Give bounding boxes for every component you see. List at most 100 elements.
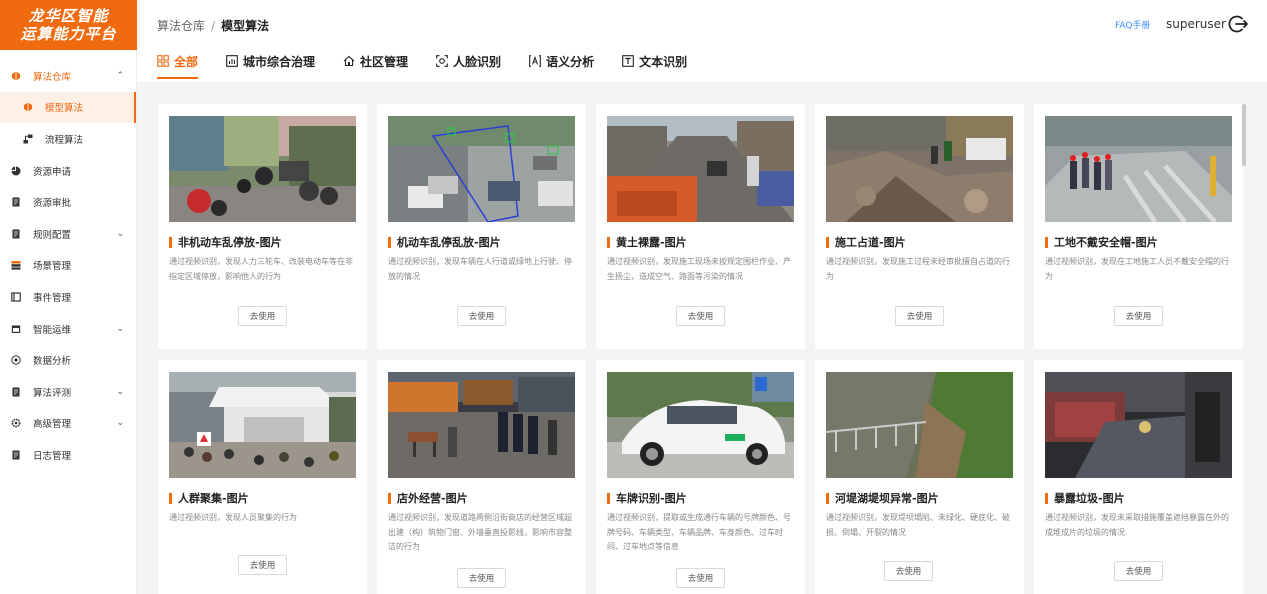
- tab-semantic-analysis[interactable]: 语义分析: [529, 50, 594, 72]
- flow-icon: [23, 134, 33, 144]
- sidebar-item-label: 流程算法: [45, 134, 84, 146]
- algorithm-card: 机动车乱停乱放-图片 通过视频识别，发现车辆在人行道或绿地上行驶、停放的情况 去…: [377, 104, 586, 349]
- sidebar-item-label: 智能运维: [33, 324, 72, 336]
- sidebar-item-label: 资源审批: [33, 198, 72, 210]
- algorithm-card: 黄土裸露-图片 通过视频识别，发现施工现场未按规定围栏作业、产生扬尘，造成空气、…: [596, 104, 805, 349]
- sidebar-item-advanced-management[interactable]: 高级管理 ⌄: [0, 408, 136, 440]
- category-tabs: 全部 城市综合治理 社区管理 人脸识别 语义分析 文本识别: [157, 50, 715, 79]
- card-image: [826, 116, 1013, 222]
- logo-line-1: 龙华区智能: [28, 7, 109, 25]
- home-icon: [343, 55, 355, 67]
- use-button[interactable]: 去使用: [676, 306, 725, 326]
- algorithm-card: 暴露垃圾-图片 通过视频识别，发现未采取措施覆盖遮挡暴露在外的成堆成片的垃圾的情…: [1034, 360, 1243, 594]
- chevron-up-icon: ⌃: [116, 70, 124, 81]
- use-button[interactable]: 去使用: [1114, 306, 1163, 326]
- text-t-icon: [622, 55, 634, 67]
- sidebar-menu: 算法仓库 ⌃ 模型算法 流程算法 资源申请 资源审批 规则配置 ⌄ 场景管理 事…: [0, 60, 136, 471]
- use-button[interactable]: 去使用: [1114, 561, 1163, 581]
- tab-face-recognition[interactable]: 人脸识别: [436, 50, 501, 72]
- card-title: 店外经营-图片: [388, 490, 468, 506]
- use-button[interactable]: 去使用: [457, 306, 506, 326]
- card-image: [169, 372, 356, 478]
- use-button[interactable]: 去使用: [884, 561, 933, 581]
- scrollbar[interactable]: [1242, 104, 1246, 166]
- tab-label: 语义分析: [546, 54, 595, 69]
- sidebar-item-label: 事件管理: [33, 292, 72, 304]
- sidebar-item-rule-config[interactable]: 规则配置 ⌄: [0, 218, 136, 250]
- card-title-text: 车牌识别-图片: [616, 492, 687, 505]
- sidebar-item-flow-algorithm[interactable]: 流程算法: [0, 123, 136, 155]
- face-scan-icon: [436, 55, 448, 67]
- use-button[interactable]: 去使用: [238, 555, 287, 575]
- use-button[interactable]: 去使用: [457, 568, 506, 588]
- app-logo[interactable]: 龙华区智能 运算能力平台: [0, 0, 137, 50]
- doc-icon: [11, 450, 21, 460]
- sidebar-item-label: 算法仓库: [33, 71, 72, 83]
- chevron-down-icon: ⌄: [116, 228, 124, 239]
- card-image: [169, 116, 356, 222]
- sidebar-item-event-management[interactable]: 事件管理: [0, 281, 136, 313]
- algorithm-card: 非机动车乱停放-图片 通过视频识别，发现人力三轮车、改装电动车等在非指定区域停放…: [158, 104, 367, 349]
- card-title-text: 暴露垃圾-图片: [1054, 492, 1125, 505]
- sidebar-item-scene-management[interactable]: 场景管理: [0, 250, 136, 282]
- card-title-text: 河堤湖堤坝异常-图片: [835, 492, 939, 505]
- tab-city-governance[interactable]: 城市综合治理: [226, 50, 315, 72]
- card-description: 通过视频识别，发现施工现场未按规定围栏作业、产生扬尘，造成空气、路面等污染的情况: [607, 257, 791, 281]
- sidebar-item-label: 规则配置: [33, 229, 72, 241]
- sidebar-item-log-management[interactable]: 日志管理: [0, 439, 136, 471]
- card-image: [388, 116, 575, 222]
- chart-icon: [226, 55, 238, 67]
- use-button[interactable]: 去使用: [238, 306, 287, 326]
- sidebar-item-data-analysis[interactable]: 数据分析: [0, 344, 136, 376]
- chevron-down-icon: ⌄: [116, 323, 124, 334]
- use-button[interactable]: 去使用: [676, 568, 725, 588]
- sidebar-item-label: 算法评测: [33, 387, 72, 399]
- logo-line-2: 运算能力平台: [20, 25, 117, 43]
- sidebar-item-label: 数据分析: [33, 356, 72, 368]
- tab-community[interactable]: 社区管理: [343, 50, 408, 72]
- card-title-text: 店外经营-图片: [397, 492, 468, 505]
- card-title: 机动车乱停乱放-图片: [388, 234, 501, 250]
- algorithm-card: 施工占道-图片 通过视频识别，发现施工过程未经审批擅自占道的行为 去使用: [815, 104, 1024, 349]
- user-name[interactable]: superuser: [1166, 17, 1226, 31]
- sidebar-item-label: 模型算法: [45, 103, 84, 115]
- tab-label: 文本识别: [639, 54, 688, 69]
- breadcrumb-root[interactable]: 算法仓库: [157, 19, 205, 33]
- sidebar-item-algorithm-repo[interactable]: 算法仓库 ⌃: [0, 60, 136, 92]
- algorithm-card: 河堤湖堤坝异常-图片 通过视频识别，发现堤坝塌陷、未绿化、硬底化、破损、倒塌、开…: [815, 360, 1024, 594]
- sidebar-item-smart-ops[interactable]: 智能运维 ⌄: [0, 313, 136, 345]
- sidebar-item-resource-request[interactable]: 资源申请: [0, 155, 136, 187]
- tab-label: 人脸识别: [453, 54, 502, 69]
- sidebar-item-algorithm-eval[interactable]: 算法评测 ⌄: [0, 376, 136, 408]
- doc-icon: [11, 387, 21, 397]
- card-title-text: 人群聚集-图片: [178, 492, 249, 505]
- card-title-text: 施工占道-图片: [835, 236, 906, 249]
- algorithm-card: 车牌识别-图片 通过视频识别，提取或生成通行车辆的号牌颜色、号牌号码、车辆类型、…: [596, 360, 805, 594]
- cube-icon: [11, 71, 21, 81]
- card-description: 通过视频识别，发现人员聚集的行为: [169, 513, 297, 522]
- tab-all[interactable]: 全部: [157, 50, 199, 79]
- sidebar: 龙华区智能 运算能力平台 算法仓库 ⌃ 模型算法 流程算法 资源申请 资源审批 …: [0, 0, 137, 594]
- card-title: 人群聚集-图片: [169, 490, 249, 506]
- tab-text-recognition[interactable]: 文本识别: [622, 50, 687, 72]
- sidebar-item-resource-approval[interactable]: 资源审批: [0, 186, 136, 218]
- card-title: 车牌识别-图片: [607, 490, 687, 506]
- card-image: [607, 116, 794, 222]
- target-icon: [11, 355, 21, 365]
- tab-label: 全部: [174, 54, 199, 69]
- book-icon: [11, 292, 21, 302]
- layers-icon: [11, 260, 21, 270]
- use-button[interactable]: 去使用: [895, 306, 944, 326]
- card-title-text: 黄土裸露-图片: [616, 236, 687, 249]
- logout-icon[interactable]: [1227, 13, 1249, 35]
- algorithm-card: 工地不戴安全帽-图片 通过视频识别，发现在工地施工人员不戴安全帽的行为 去使用: [1034, 104, 1243, 349]
- card-description: 通过视频识别，发现道路两侧沿街商店的经营区域超出建（构）筑物门窗、外墙垂直投影线…: [388, 513, 572, 551]
- breadcrumb-separator: /: [211, 19, 216, 33]
- card-description: 通过视频识别，发现在工地施工人员不戴安全帽的行为: [1045, 257, 1229, 281]
- faq-link[interactable]: FAQ手册: [1115, 18, 1150, 31]
- card-image: [826, 372, 1013, 478]
- card-description: 通过视频识别，发现堤坝塌陷、未绿化、硬底化、破损、倒塌、开裂的情况: [826, 513, 1010, 537]
- sidebar-item-model-algorithm[interactable]: 模型算法: [0, 91, 136, 124]
- breadcrumb: 算法仓库 / 模型算法: [157, 17, 269, 34]
- card-image: [1045, 372, 1232, 478]
